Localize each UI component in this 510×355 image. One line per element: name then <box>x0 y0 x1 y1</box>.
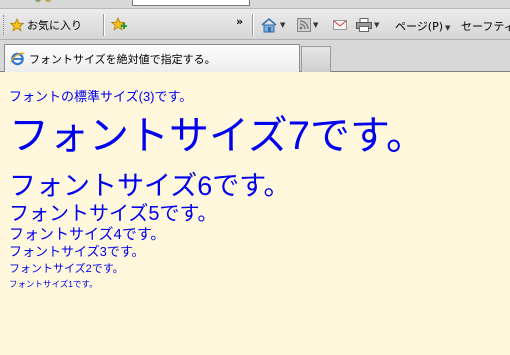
chevron-down-icon: ▼ <box>445 24 451 32</box>
read-mail-button[interactable] <box>333 17 347 33</box>
tab-title: フォントサイズを絶対値で指定する。 <box>29 52 216 66</box>
page-menu[interactable]: ページ(P) ▼ <box>395 18 450 34</box>
text-line-size3: フォントサイズ3です。 <box>9 244 145 259</box>
rss-feed-icon <box>297 18 311 32</box>
address-bar[interactable] <box>132 0 250 6</box>
print-button[interactable]: ▼ <box>356 17 379 33</box>
favorites-toolbar: お気に入り » ▼ ▼ ▼ ページ(P) ▼ セーフティ <box>0 8 510 40</box>
home-icon <box>261 17 277 33</box>
new-tab-button[interactable] <box>301 46 331 72</box>
favorites-label: お気に入り <box>27 19 82 32</box>
toolbar-remnant-icons <box>35 0 51 2</box>
text-line-size2: フォントサイズ2です。 <box>9 263 124 275</box>
chevron-down-icon[interactable]: ▼ <box>313 21 318 29</box>
text-line-size5: フォントサイズ5です。 <box>9 203 218 225</box>
page-menu-label: ページ(P) <box>395 20 443 33</box>
page-content: フォントの標準サイズ(3)です。 フォントサイズ7です。 フォントサイズ6です。… <box>0 72 510 355</box>
favorites-button[interactable]: お気に入り <box>10 16 82 34</box>
browser-chrome: お気に入り » ▼ ▼ ▼ ページ(P) ▼ セーフティ フォントサイズを絶対値… <box>0 0 510 72</box>
text-line-size7: フォントサイズ7です。 <box>9 114 427 158</box>
safety-menu-label: セーフティ(S <box>461 20 510 33</box>
toolbar-overflow-chevron[interactable]: » <box>236 15 243 28</box>
chevron-down-icon[interactable]: ▼ <box>280 21 285 29</box>
top-strip <box>0 0 132 6</box>
toolbar-grip[interactable] <box>3 15 6 35</box>
add-favorite-icon[interactable] <box>110 17 128 33</box>
mail-icon <box>333 20 347 30</box>
toolbar-separator <box>252 14 254 36</box>
safety-menu[interactable]: セーフティ(S <box>461 18 510 34</box>
printer-icon <box>356 18 372 32</box>
toolbar-separator <box>103 14 105 36</box>
ie-page-icon <box>10 52 25 66</box>
chevron-down-icon[interactable]: ▼ <box>374 21 379 29</box>
text-line-size1: フォントサイズ1です。 <box>9 279 98 289</box>
home-button[interactable]: ▼ <box>260 17 285 33</box>
star-icon <box>10 18 24 32</box>
tab-bar: フォントサイズを絶対値で指定する。 <box>0 41 510 72</box>
feeds-button[interactable]: ▼ <box>297 17 318 33</box>
tab-active[interactable]: フォントサイズを絶対値で指定する。 <box>4 44 300 72</box>
